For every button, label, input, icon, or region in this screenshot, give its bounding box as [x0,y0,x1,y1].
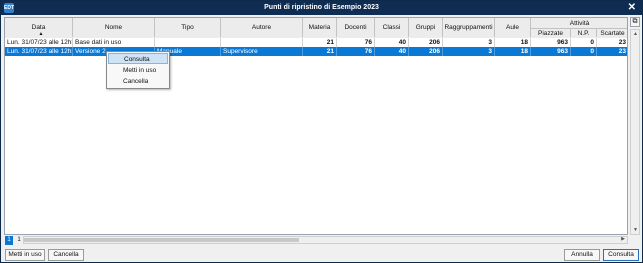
title-bar[interactable]: EDT Punti di ripristino di Esempio 2023 … [1,1,642,15]
col-header-data[interactable]: Data ▲ [5,18,73,37]
cell-data: Lun. 31/07/23 alle 12h35 [7,38,73,47]
cell-raggruppamenti: 3 [443,47,495,56]
col-header-scartate[interactable]: Scartate [597,28,627,37]
pager: 1 1 [5,236,23,245]
cell-gruppi: 206 [409,47,443,56]
col-header-materia[interactable]: Materia [303,18,337,37]
col-header-docenti[interactable]: Docenti [337,18,375,37]
annulla-button[interactable]: Annulla [564,249,600,261]
col-header-nome[interactable]: Nome [73,18,155,37]
menu-item-metti-in-uso[interactable]: Metti in uso [108,65,168,76]
cell-tipo [155,38,221,47]
cell-nome: Base dati in uso [73,38,155,47]
cell-piazzate: 963 [531,38,571,47]
page-total: 1 [17,237,21,243]
col-header-gruppi[interactable]: Gruppi [409,18,443,37]
sort-indicator-icon: ▲ [38,31,44,37]
menu-item-cancella[interactable]: Cancella [108,76,168,87]
col-header-classi[interactable]: Classi [375,18,409,37]
table-header: Data ▲ Nome Tipo Autore Materia Docenti C… [5,18,627,39]
metti-in-uso-button[interactable]: Metti in uso [5,249,45,261]
cancella-button[interactable]: Cancella [48,249,84,261]
cell-piazzate: 963 [531,47,571,56]
restore-points-table: Data ▲ Nome Tipo Autore Materia Docenti C… [4,17,628,235]
cell-aule: 18 [495,47,531,56]
col-header-np[interactable]: N.P. [571,28,597,37]
consulta-button[interactable]: Consulta [603,249,639,261]
scroll-down-icon[interactable]: ▼ [633,227,638,233]
cell-classi: 40 [375,38,409,47]
menu-item-consulta[interactable]: Consulta [108,53,168,64]
table-row-selected[interactable]: Lun. 31/07/23 alle 12h35 Versione 2 Manu… [5,47,627,56]
col-header-tipo[interactable]: Tipo [155,18,221,37]
restore-points-window: EDT Punti di ripristino di Esempio 2023 … [0,0,643,263]
window-title: Punti di ripristino di Esempio 2023 [264,4,379,11]
cell-data: Lun. 31/07/23 alle 12h35 [7,47,73,56]
col-header-aule[interactable]: Aule [495,18,531,37]
cell-materia: 21 [303,38,337,47]
cell-np: 0 [571,47,597,56]
cell-autore: Supervisore [221,47,303,56]
cell-classi: 40 [375,47,409,56]
col-header-autore[interactable]: Autore [221,18,303,37]
column-settings-icon[interactable]: ⧉ [630,17,640,27]
col-header-raggruppamenti[interactable]: Raggruppamenti [443,18,495,37]
close-icon[interactable]: ✕ [628,1,636,15]
cell-np: 0 [571,38,597,47]
cell-scartate: 23 [597,47,627,56]
cell-raggruppamenti: 3 [443,38,495,47]
scroll-right-icon[interactable]: ▶ [621,236,625,242]
horizontal-scrollbar[interactable]: ▶ [23,236,628,244]
cell-autore [221,38,303,47]
col-group-attivita: Attività [531,18,627,28]
cell-docenti: 76 [337,38,375,47]
cell-aule: 18 [495,38,531,47]
col-header-piazzate[interactable]: Piazzate [531,28,571,37]
cell-materia: 21 [303,47,337,56]
page-current[interactable]: 1 [5,236,13,245]
context-menu: Consulta Metti in uso Cancella [106,51,170,89]
cell-gruppi: 206 [409,38,443,47]
cell-docenti: 76 [337,47,375,56]
vertical-scrollbar[interactable]: ▲ ▼ [630,29,640,235]
cell-scartate: 23 [597,38,627,47]
scroll-up-icon[interactable]: ▲ [633,31,638,37]
scroll-thumb[interactable] [24,238,299,242]
